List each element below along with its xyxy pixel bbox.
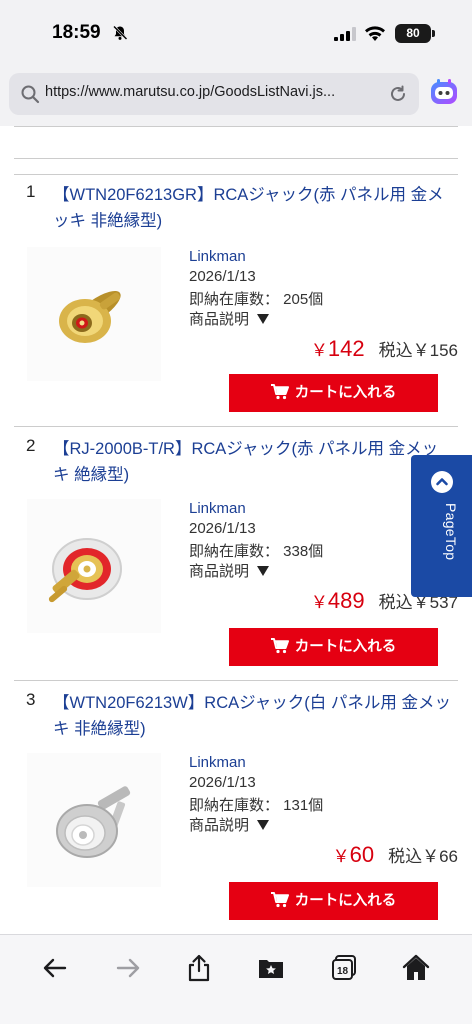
tabs-icon[interactable]: 18	[329, 953, 359, 983]
stock-text: 即納在庫数： 131個	[189, 797, 324, 814]
description-label: 商品説明	[189, 563, 250, 580]
cart-icon	[270, 638, 289, 654]
pagetop-label: PageTop	[443, 503, 459, 561]
product-index: 2	[26, 436, 36, 455]
product-image[interactable]	[27, 499, 161, 633]
rca-jack-image	[59, 290, 121, 343]
rca-jack-image	[48, 538, 122, 603]
tabs-count: 18	[337, 966, 349, 977]
cart-icon	[270, 892, 289, 908]
cart-label: カートに入れる	[294, 639, 397, 655]
browser-address-area: https://www.marutsu.co.jp/GoodsListNavi.…	[0, 64, 472, 126]
triangle-down-icon	[257, 566, 270, 576]
description-toggle[interactable]: 商品説明	[189, 814, 270, 835]
tax-price-text: 税込￥66	[388, 847, 458, 866]
date-text: 2026/1/13	[189, 520, 256, 537]
divider	[14, 158, 458, 159]
triangle-down-icon	[257, 820, 270, 830]
cart-icon	[270, 384, 289, 400]
product-list: 1 【WTN20F6213GR】RCAジャック(赤 パネル用 金メッキ 非絶縁型…	[0, 126, 472, 934]
divider	[14, 426, 458, 427]
product-image[interactable]	[27, 247, 161, 381]
wifi-icon	[365, 26, 385, 41]
product-index: 3	[26, 690, 36, 709]
divider	[14, 174, 458, 175]
forward-icon[interactable]	[113, 953, 143, 983]
description-label: 商品説明	[189, 311, 250, 328]
chevron-up-icon	[431, 471, 453, 493]
add-to-cart-button[interactable]: カートに入れる	[229, 374, 438, 412]
date-text: 2026/1/13	[189, 268, 256, 285]
cart-label: カートに入れる	[294, 385, 397, 401]
battery-indicator: 80	[395, 24, 435, 43]
stock-text: 即納在庫数： 205個	[189, 291, 324, 308]
cellular-signal-icon	[334, 27, 356, 41]
reload-icon[interactable]	[387, 83, 409, 105]
price-text: ￥489	[310, 588, 365, 613]
cart-label: カートに入れる	[294, 893, 397, 909]
pagetop-button[interactable]: PageTop	[411, 455, 472, 597]
bookmarks-icon[interactable]	[256, 953, 286, 983]
description-label: 商品説明	[189, 817, 250, 834]
add-to-cart-button[interactable]: カートに入れる	[229, 882, 438, 920]
stock-text: 即納在庫数： 338個	[189, 543, 324, 560]
brand-link[interactable]: Linkman	[189, 500, 246, 517]
url-field[interactable]: https://www.marutsu.co.jp/GoodsListNavi.…	[9, 73, 419, 115]
product-title-link[interactable]: 【WTN20F6213GR】RCAジャック(赤 パネル用 金メッキ 非絶縁型)	[53, 182, 453, 234]
description-toggle[interactable]: 商品説明	[189, 560, 270, 581]
tax-price-text: 税込￥156	[378, 341, 458, 360]
status-time: 18:59	[52, 22, 101, 43]
share-icon[interactable]	[184, 953, 214, 983]
bell-off-icon	[113, 25, 128, 40]
product-image[interactable]	[27, 753, 161, 887]
triangle-down-icon	[257, 314, 270, 324]
brand-link[interactable]: Linkman	[189, 754, 246, 771]
add-to-cart-button[interactable]: カートに入れる	[229, 628, 438, 666]
price-row: ￥142 税込￥156	[311, 336, 458, 362]
browser-toolbar: 18	[0, 934, 472, 1024]
price-text: ￥60	[332, 842, 375, 867]
status-bar: 18:59 80	[0, 0, 472, 64]
url-text[interactable]: https://www.marutsu.co.jp/GoodsListNavi.…	[45, 84, 335, 100]
rca-jack-image	[56, 786, 131, 858]
date-text: 2026/1/13	[189, 774, 256, 791]
divider	[14, 680, 458, 681]
search-icon	[21, 85, 40, 104]
price-text: ￥142	[310, 336, 365, 361]
product-index: 1	[26, 182, 36, 201]
home-icon[interactable]	[401, 953, 431, 983]
divider	[14, 126, 458, 127]
browser-extension-icon[interactable]	[429, 78, 459, 108]
description-toggle[interactable]: 商品説明	[189, 308, 270, 329]
product-title-link[interactable]: 【WTN20F6213W】RCAジャック(白 パネル用 金メッキ 非絶縁型)	[53, 690, 453, 742]
product-title-link[interactable]: 【RJ-2000B-T/R】RCAジャック(赤 パネル用 金メッキ 絶縁型)	[53, 436, 453, 488]
brand-link[interactable]: Linkman	[189, 248, 246, 265]
price-row: ￥60 税込￥66	[333, 842, 458, 868]
back-icon[interactable]	[40, 953, 70, 983]
